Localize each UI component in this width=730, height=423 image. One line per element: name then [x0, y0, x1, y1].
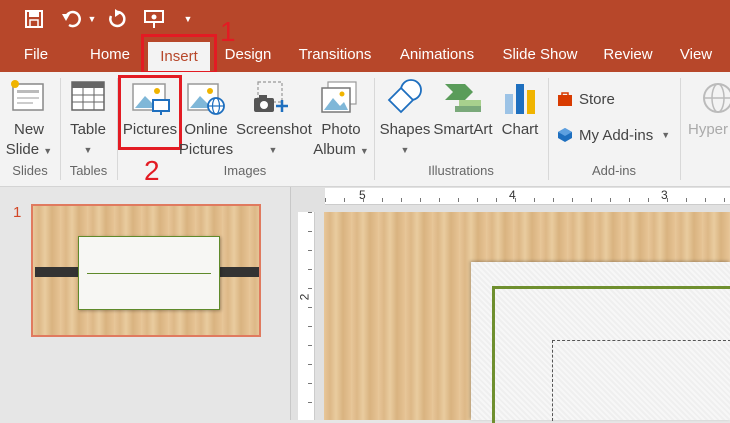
- thumbnail-placeholder: [78, 236, 220, 310]
- slide-number: 1: [13, 204, 22, 221]
- tab-review[interactable]: Review: [598, 38, 658, 72]
- slide-canvas[interactable]: [324, 212, 730, 423]
- ruler-ticks: [325, 198, 730, 202]
- tab-animations[interactable]: Animations: [392, 38, 482, 72]
- group-label-addins: Add-ins: [591, 163, 637, 178]
- tab-slide-show[interactable]: Slide Show: [498, 38, 582, 72]
- smartart-label: SmartArt: [433, 121, 493, 138]
- my-addins-button[interactable]: My Add-ins ▼: [557, 124, 670, 146]
- chevron-down-icon: ▼: [661, 130, 671, 140]
- chevron-down-icon: ▼: [400, 145, 410, 155]
- online-pictures-label-line1: Online: [184, 121, 228, 138]
- chevron-down-icon: ▼: [83, 145, 93, 155]
- hyperlink-icon[interactable]: [700, 80, 730, 116]
- tab-file[interactable]: File: [18, 38, 54, 72]
- table-button[interactable]: Table ▼: [64, 120, 112, 160]
- group-label-images: Images: [223, 163, 267, 178]
- table-label: Table: [70, 121, 106, 138]
- screenshot-label: Screenshot: [236, 121, 312, 138]
- annotation-step-1: 1: [220, 16, 236, 47]
- redo-icon[interactable]: [104, 4, 130, 34]
- photo-album-label-line1: Photo: [321, 121, 361, 138]
- chart-button[interactable]: Chart: [496, 120, 544, 140]
- tab-transitions[interactable]: Transitions: [294, 38, 376, 72]
- store-button[interactable]: Store: [557, 88, 615, 110]
- photo-album-label-line2: Album: [313, 141, 356, 158]
- chart-icon[interactable]: [502, 80, 538, 116]
- shapes-button[interactable]: Shapes ▼: [378, 120, 432, 160]
- group-label-illustrations: Illustrations: [428, 163, 494, 178]
- shapes-label: Shapes: [379, 121, 431, 138]
- photo-album-button[interactable]: Photo Album ▼: [312, 120, 370, 161]
- tab-home[interactable]: Home: [84, 38, 136, 72]
- new-slide-label-line1: New: [13, 121, 44, 138]
- save-icon[interactable]: [20, 4, 48, 34]
- online-pictures-label-line2: Pictures: [178, 141, 234, 158]
- customize-qat-icon[interactable]: ▼: [180, 4, 196, 34]
- online-pictures-button[interactable]: Online Pictures: [178, 120, 234, 160]
- group-label-tables: Tables: [69, 163, 108, 178]
- my-addins-icon: [557, 127, 573, 143]
- annotation-box-pictures: [118, 75, 182, 150]
- content-placeholder[interactable]: [552, 340, 730, 421]
- annotation-step-2: 2: [144, 155, 160, 186]
- group-divider: [680, 78, 681, 180]
- screenshot-button[interactable]: Screenshot ▼: [236, 120, 312, 160]
- slide-thumbnail[interactable]: [31, 204, 261, 337]
- tab-view[interactable]: View: [674, 38, 718, 72]
- store-icon: [557, 91, 573, 107]
- group-label-slides: Slides: [12, 163, 48, 178]
- thumbnail-rule: [87, 273, 211, 274]
- shapes-icon[interactable]: [385, 78, 425, 116]
- my-addins-label: My Add-ins: [579, 126, 654, 144]
- ruler-ticks: [308, 212, 312, 420]
- horizontal-ruler: 5 4 3: [325, 188, 730, 205]
- smartart-icon[interactable]: [443, 80, 483, 116]
- thumbnail-left-bar: [35, 267, 83, 277]
- photo-album-icon[interactable]: [320, 80, 360, 116]
- hyperlink-button[interactable]: Hyper: [688, 120, 730, 140]
- slide-paper: [471, 262, 730, 423]
- smartart-button[interactable]: SmartArt: [432, 120, 494, 140]
- online-pictures-icon[interactable]: [186, 80, 226, 116]
- table-icon[interactable]: [70, 80, 106, 114]
- screenshot-icon[interactable]: [252, 80, 292, 116]
- chevron-down-icon: ▼: [268, 145, 278, 155]
- hyperlink-label: Hyper: [688, 121, 729, 138]
- store-label: Store: [579, 90, 615, 108]
- chevron-down-icon: ▼: [359, 146, 369, 156]
- undo-icon[interactable]: [58, 4, 86, 34]
- chevron-down-icon: ▼: [43, 146, 53, 156]
- undo-dropdown-icon[interactable]: ▼: [86, 4, 98, 34]
- chart-label: Chart: [501, 121, 539, 138]
- new-slide-label-line2: Slide: [5, 141, 40, 158]
- present-icon[interactable]: [140, 4, 168, 34]
- vertical-ruler: 2: [297, 212, 315, 420]
- new-slide-button[interactable]: New Slide ▼: [4, 120, 54, 161]
- annotation-box-insert: [141, 34, 217, 74]
- new-slide-icon[interactable]: [9, 78, 49, 114]
